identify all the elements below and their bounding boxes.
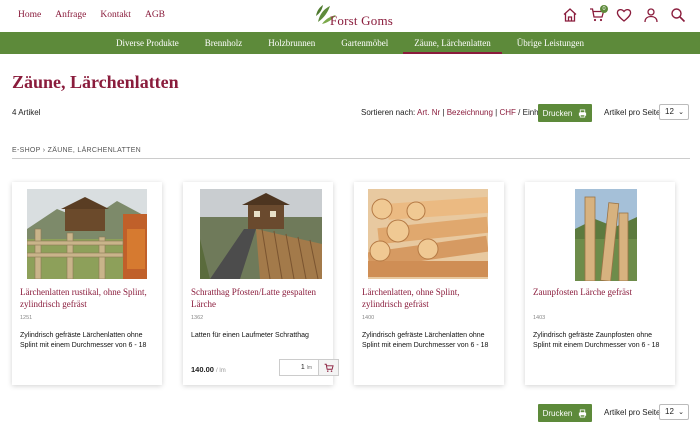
breadcrumb-separator: › [42, 147, 46, 154]
nav-item-uebrige-leistungen[interactable]: Übrige Leistungen [504, 32, 597, 54]
nav-item-holzbrunnen[interactable]: Holzbrunnen [255, 32, 328, 54]
search-icon[interactable] [670, 7, 686, 23]
nav-item-diverse-produkte[interactable]: Diverse Produkte [103, 32, 192, 54]
print-button-bottom[interactable]: Drucken [538, 404, 592, 422]
main-nav: Diverse Produkte Brennholz Holzbrunnen G… [0, 32, 700, 54]
sort-option-art-nr[interactable]: Art. Nr [417, 108, 440, 117]
product-sku: 1400 [362, 315, 375, 321]
per-page-label: Artikel pro Seite [604, 108, 661, 117]
cart-button[interactable]: 0 [589, 5, 608, 23]
top-link-anfrage[interactable]: Anfrage [55, 10, 86, 20]
per-page-select[interactable]: 12 ⌄ [659, 104, 689, 120]
add-to-cart-button[interactable] [318, 360, 338, 375]
product-description: Latten für einen Laufmeter Schratthag [191, 332, 309, 339]
cart-count-badge: 0 [600, 5, 608, 13]
product-title[interactable]: Lärchenlatten, ohne Splint, zylindrisch … [362, 287, 500, 310]
quantity-unit: lm [306, 365, 312, 371]
nav-item-brennholz[interactable]: Brennholz [192, 32, 256, 54]
sort-option-chf[interactable]: CHF [499, 108, 515, 117]
product-description: Zylindrisch gefräste Lärchenlatten ohne … [362, 332, 489, 349]
divider [12, 158, 690, 159]
quantity-stepper[interactable]: 1 lm [279, 359, 339, 376]
per-page-value: 12 [665, 407, 674, 416]
product-price: 140.00 / lm [191, 365, 226, 374]
chevron-down-icon: ⌄ [678, 409, 684, 416]
product-card[interactable]: Schratthag Pfosten/Latte gespalten Lärch… [183, 182, 339, 385]
cart-icon [324, 363, 334, 372]
product-image[interactable] [575, 189, 637, 281]
nav-item-gartenmoebel[interactable]: Gartenmöbel [328, 32, 401, 54]
product-title[interactable]: Lärchenlatten rustikal, ohne Splint, zyl… [20, 287, 158, 310]
top-link-kontakt[interactable]: Kontakt [100, 10, 131, 20]
user-icon[interactable] [643, 7, 659, 23]
print-button-label: Drucken [542, 408, 573, 418]
breadcrumb: E-SHOP › ZÄUNE, LÄRCHENLATTEN [12, 147, 141, 154]
per-page-label-bottom: Artikel pro Seite [604, 408, 661, 417]
printer-icon [579, 108, 587, 118]
article-count: 4 Artikel [12, 108, 41, 117]
chevron-down-icon: ⌄ [678, 109, 684, 116]
sort-bar: Sortieren nach: Art. Nr | Bezeichnung | … [361, 108, 548, 117]
product-image[interactable] [200, 189, 322, 279]
home-icon[interactable] [562, 7, 578, 23]
product-title[interactable]: Zaunpfosten Lärche gefräst [533, 287, 671, 299]
product-sku: 1362 [191, 315, 204, 321]
product-card[interactable]: Zaunpfosten Lärche gefräst 1403 Zylindri… [525, 182, 675, 385]
product-image[interactable] [368, 189, 488, 279]
quantity-value: 1 [300, 364, 305, 371]
breadcrumb-eshop[interactable]: E-SHOP [12, 147, 41, 154]
product-image[interactable] [27, 189, 147, 279]
quantity-input[interactable]: 1 lm [280, 360, 318, 375]
price-value: 140.00 [191, 365, 214, 374]
product-card[interactable]: Lärchenlatten, ohne Splint, zylindrisch … [354, 182, 504, 385]
nav-item-zaeune[interactable]: Zäune, Lärchenlatten [401, 32, 503, 54]
product-card[interactable]: Lärchenlatten rustikal, ohne Splint, zyl… [12, 182, 162, 385]
product-sku: 1251 [20, 315, 33, 321]
sort-option-bezeichnung[interactable]: Bezeichnung [447, 108, 493, 117]
top-links: Home Anfrage Kontakt AGB [18, 10, 165, 20]
heart-icon[interactable] [616, 7, 632, 23]
header-icons: 0 [562, 5, 686, 23]
product-sku: 1403 [533, 315, 546, 321]
per-page-select-bottom[interactable]: 12 ⌄ [659, 404, 689, 420]
logo-text[interactable]: Forst Goms [330, 13, 393, 29]
breadcrumb-current: ZÄUNE, LÄRCHENLATTEN [47, 147, 142, 154]
product-description: Zylindrisch gefräste Lärchenlatten ohne … [20, 332, 147, 349]
page-title: Zäune, Lärchenlatten [12, 72, 179, 92]
product-title[interactable]: Schratthag Pfosten/Latte gespalten Lärch… [191, 287, 329, 310]
printer-icon [579, 408, 587, 418]
top-bar: Home Anfrage Kontakt AGB Forst Goms 0 [0, 0, 700, 32]
top-link-agb[interactable]: AGB [145, 10, 165, 20]
print-button[interactable]: Drucken [538, 104, 592, 122]
print-button-label: Drucken [542, 108, 573, 118]
price-unit: / lm [216, 368, 226, 374]
per-page-value: 12 [665, 107, 674, 116]
product-description: Zylindrisch gefräste Zaunpfosten ohne Sp… [533, 332, 660, 349]
sort-label: Sortieren nach: [361, 108, 416, 117]
top-link-home[interactable]: Home [18, 10, 41, 20]
